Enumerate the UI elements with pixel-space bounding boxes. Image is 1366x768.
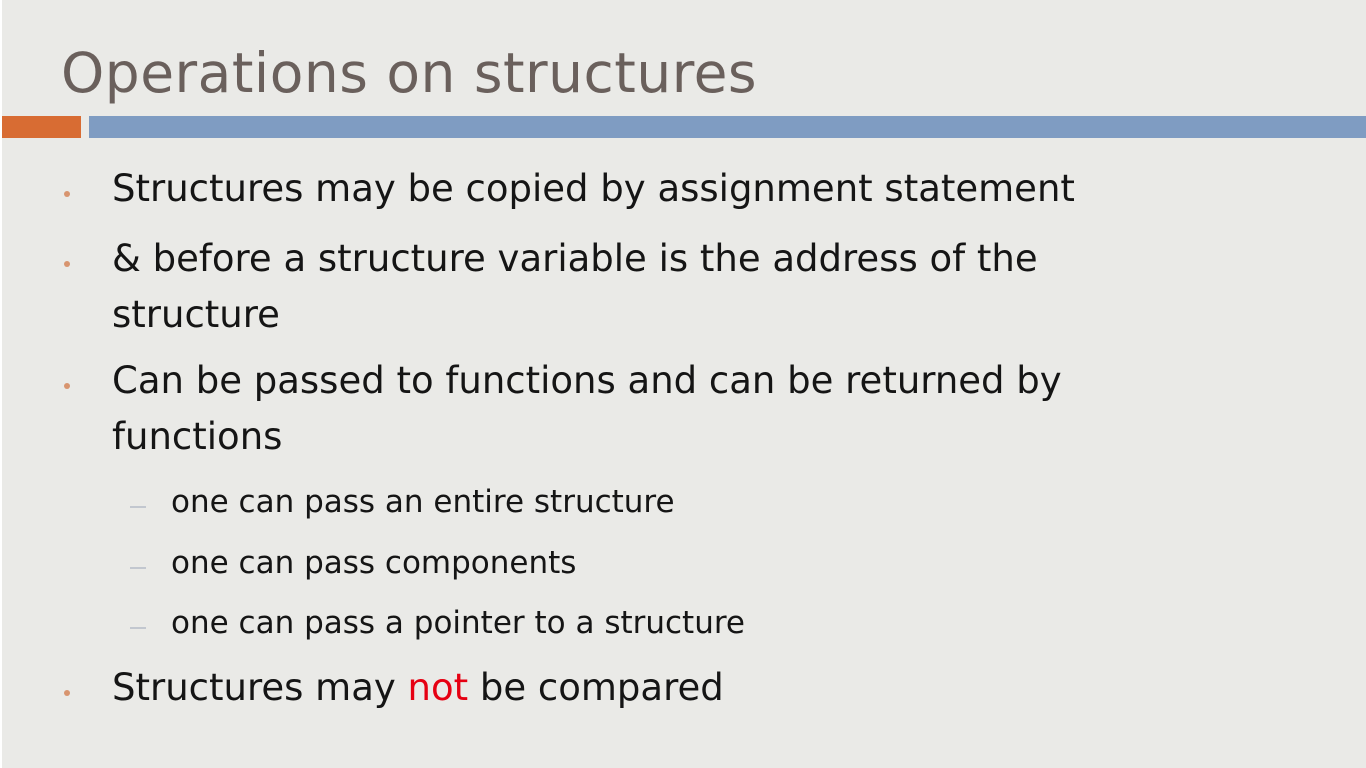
slide-title: Operations on structures — [61, 41, 758, 105]
bullet-dot — [64, 690, 70, 696]
bullet-text-continuation: functions — [112, 415, 283, 458]
sub-bullet-dash — [130, 506, 146, 508]
sub-bullet-dash — [130, 627, 146, 629]
highlighted-word: not — [407, 666, 469, 709]
bullet-text-after: be compared — [468, 666, 724, 709]
bullet-text-continuation: structure — [112, 293, 280, 336]
sub-bullet-dash — [130, 567, 146, 569]
bullet-text-before: Structures may — [112, 666, 408, 709]
bullet-text: Structures may be copied by assignment s… — [112, 167, 1075, 210]
sub-bullet-text: one can pass components — [171, 545, 577, 581]
bullet-dot — [64, 383, 70, 389]
sub-bullet-text: one can pass an entire structure — [171, 484, 675, 520]
bullet-text: & before a structure variable is the add… — [112, 237, 1038, 280]
bullet-text: Structures may not be compared — [112, 663, 724, 713]
bullet-text: Can be passed to functions and can be re… — [112, 359, 1062, 402]
bullet-dot — [64, 261, 70, 267]
title-accent-bar-blue — [89, 116, 1366, 138]
slide: Operations on structures Structures may … — [2, 0, 1366, 768]
sub-bullet-text: one can pass a pointer to a structure — [171, 605, 745, 641]
bullet-dot — [64, 191, 70, 197]
title-accent-bar-orange — [2, 116, 81, 138]
